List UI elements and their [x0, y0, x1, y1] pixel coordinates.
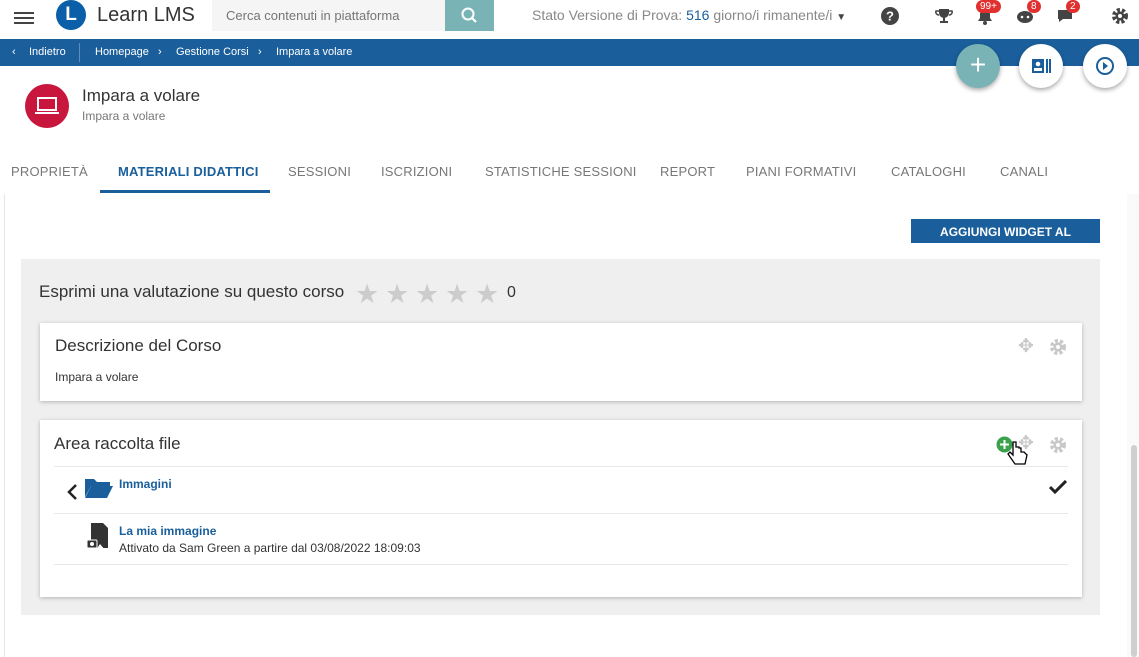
divider: [54, 466, 1068, 467]
add-widget-button[interactable]: AGGIUNGI WIDGET AL CORSO: [911, 219, 1100, 263]
brand-name: Learn LMS: [97, 4, 195, 26]
course-title: Impara a volare: [82, 86, 201, 105]
divider: [54, 564, 1068, 565]
tab-iscrizioni[interactable]: ISCRIZIONI: [381, 164, 452, 179]
move-icon[interactable]: ✥: [1018, 335, 1034, 358]
chat-badge: 2: [1066, 0, 1080, 13]
file-link[interactable]: La mia immagine: [119, 524, 216, 538]
rating-star[interactable]: ★: [355, 279, 379, 310]
tab-piani-formativi[interactable]: PIANI FORMATIVI: [746, 164, 856, 179]
scrollbar-thumb[interactable]: [1131, 445, 1137, 657]
tab-canali[interactable]: CANALI: [1000, 164, 1048, 179]
chevron-left-icon: ‹: [12, 46, 16, 58]
folder-open-icon: [85, 479, 113, 498]
description-title: Descrizione del Corso: [55, 336, 222, 355]
hand-cursor-icon: [1007, 441, 1028, 465]
notifications-badge: 99+: [976, 0, 1001, 13]
rating-star[interactable]: ★: [445, 279, 469, 310]
breadcrumb-current: Impara a volare: [276, 46, 353, 58]
rating-star[interactable]: ★: [385, 279, 409, 310]
plus-icon: +: [969, 49, 987, 80]
chevron-left-icon[interactable]: [66, 483, 80, 501]
course-tabs: PROPRIETÀ MATERIALI DIDATTICI SESSIONI I…: [0, 160, 1128, 193]
active-tab-indicator: [100, 190, 270, 193]
trial-prefix: Stato Versione di Prova:: [532, 7, 687, 23]
trial-days: 516: [686, 7, 710, 23]
tab-statistiche-sessioni[interactable]: STATISTICHE SESSIONI: [485, 164, 637, 179]
brand-logo[interactable]: L: [56, 0, 86, 30]
trophy-icon[interactable]: [934, 6, 954, 26]
tab-proprieta[interactable]: PROPRIETÀ: [11, 164, 88, 179]
content-border: [4, 194, 5, 657]
rating-star[interactable]: ★: [475, 279, 499, 310]
play-circle-icon: [1096, 57, 1114, 75]
course-subtitle: Impara a volare: [82, 109, 166, 123]
gear-icon[interactable]: [1048, 435, 1068, 455]
search-input[interactable]: [212, 0, 445, 31]
folder-link[interactable]: Immagini: [119, 477, 172, 491]
top-bar: L Learn LMS Stato Versione di Prova: 516…: [0, 0, 1139, 39]
rating-star[interactable]: ★: [415, 279, 439, 310]
breadcrumb-homepage[interactable]: Homepage: [95, 46, 149, 58]
rating-value: 0: [507, 284, 516, 301]
card-list-icon: [1032, 59, 1051, 73]
description-body: Impara a volare: [55, 370, 139, 384]
gear-icon[interactable]: [1110, 6, 1130, 26]
messages-badge: 8: [1027, 0, 1041, 13]
course-icon: [25, 84, 69, 128]
breadcrumb-separator: ›: [158, 46, 162, 58]
breadcrumb-gestione-corsi[interactable]: Gestione Corsi: [176, 46, 249, 58]
breadcrumb-separator: ›: [258, 46, 262, 58]
checkmark-icon[interactable]: [1049, 480, 1067, 494]
tab-materiali-didattici[interactable]: MATERIALI DIDATTICI: [118, 164, 259, 179]
search-icon: [461, 7, 477, 23]
files-title: Area raccolta file: [54, 434, 181, 453]
description-widget: Descrizione del Corso Impara a volare ✥: [40, 323, 1082, 401]
gear-icon[interactable]: [1048, 337, 1068, 357]
back-link[interactable]: Indietro: [29, 46, 66, 58]
breadcrumb-divider: [79, 43, 80, 62]
tab-cataloghi[interactable]: CATALOGHI: [891, 164, 966, 179]
image-file-icon: [86, 523, 108, 550]
trial-suffix: giorno/i rimanente/i: [709, 7, 833, 23]
rating-label: Esprimi una valutazione su questo corso: [39, 282, 345, 301]
search-button[interactable]: [445, 0, 494, 31]
tab-report[interactable]: REPORT: [660, 164, 715, 179]
menu-icon[interactable]: [14, 9, 34, 29]
laptop-icon: [35, 97, 59, 114]
svg-text:?: ?: [886, 9, 894, 24]
play-course-button[interactable]: [1083, 44, 1127, 88]
trial-status[interactable]: Stato Versione di Prova: 516 giorno/i ri…: [532, 7, 846, 23]
divider: [54, 513, 1068, 514]
files-widget: Area raccolta file ✥ Immagini La mia imm…: [40, 420, 1082, 597]
add-fab-button[interactable]: +: [956, 44, 1000, 88]
help-icon[interactable]: ?: [880, 6, 900, 26]
tab-sessioni[interactable]: SESSIONI: [288, 164, 351, 179]
file-meta: Attivato da Sam Green a partire dal 03/0…: [119, 541, 421, 555]
chevron-down-icon: ▼: [836, 12, 847, 23]
course-preview-button[interactable]: [1019, 44, 1063, 88]
